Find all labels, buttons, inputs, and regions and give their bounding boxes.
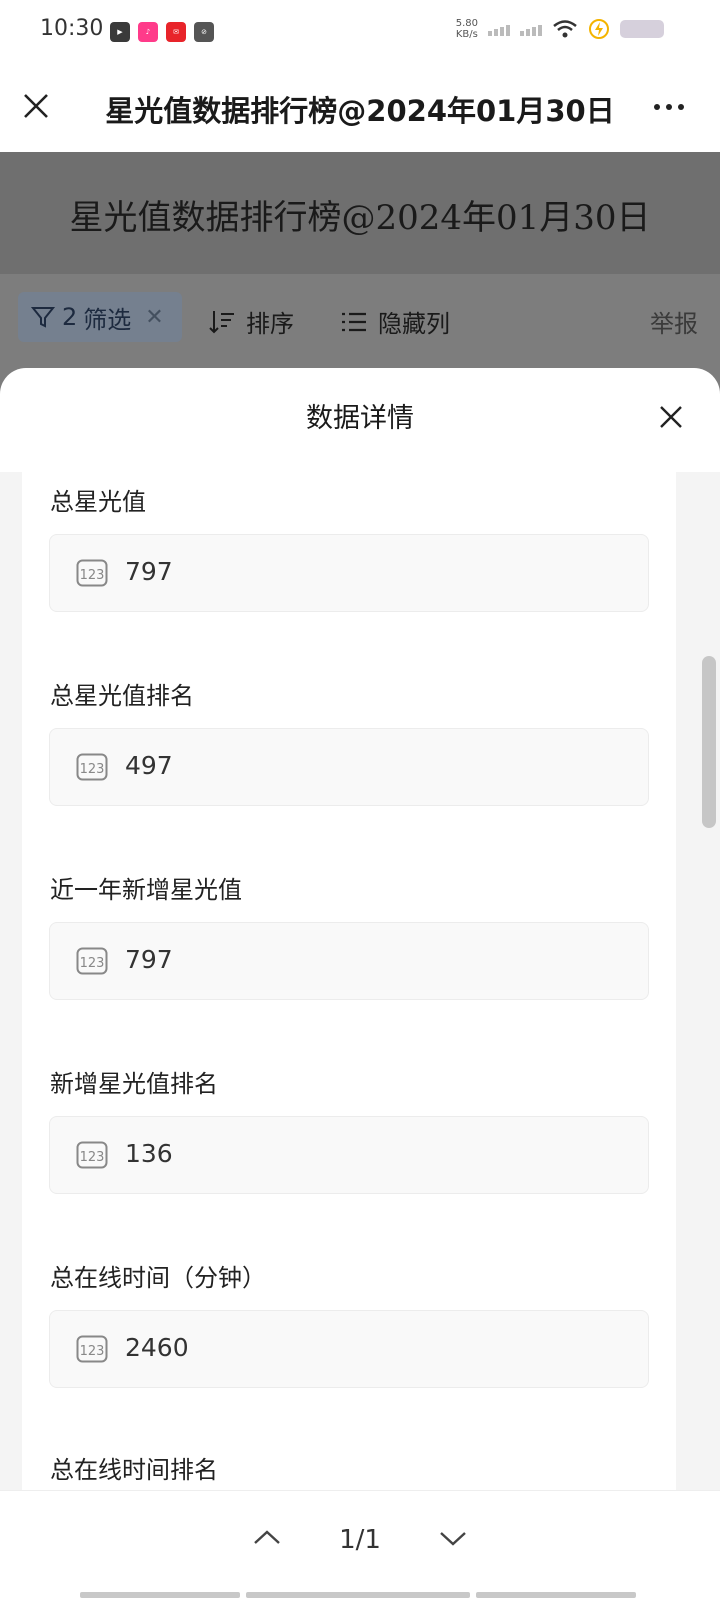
field-value: 2460	[125, 1333, 189, 1362]
table-toolbar: 2 筛选 ✕ 排序 隐藏列 举报	[0, 274, 720, 364]
field-label: 总在线时间（分钟）	[50, 1264, 266, 1292]
page-title: 星光值数据排行榜@2024年01月30日	[69, 198, 651, 238]
field-label: 新增星光值排名	[50, 1070, 218, 1098]
sort-button[interactable]: 排序	[208, 304, 294, 339]
status-right: 5.80 KB/s	[456, 18, 664, 40]
field-value: 797	[125, 945, 173, 974]
number-type-icon: 123	[76, 559, 108, 587]
field-value-box: 123 797	[49, 534, 649, 612]
status-bar: 10:30 ▶ ♪ ✉ ⊘ 5.80 KB/s	[0, 0, 720, 64]
report-link[interactable]: 举报	[650, 304, 698, 339]
network-speed-unit: KB/s	[455, 29, 478, 40]
wifi-icon	[553, 20, 577, 38]
field-label-partial: 总在线时间排名	[50, 1456, 218, 1484]
scrollbar[interactable]	[702, 656, 716, 828]
network-speed-value: 5.80	[455, 18, 478, 29]
signal-2-icon	[520, 22, 542, 36]
news-app-icon: ✉	[166, 22, 186, 42]
hide-columns-button[interactable]: 隐藏列	[340, 304, 450, 339]
network-speed: 5.80 KB/s	[456, 18, 478, 40]
list-icon	[342, 312, 366, 331]
data-detail-sheet: 数据详情 总星光值 123 797 总星光值排名 123 497 近一年新增星光…	[0, 368, 720, 1600]
sheet-close-icon[interactable]	[658, 404, 684, 430]
number-type-icon: 123	[76, 1335, 108, 1363]
battery-icon	[620, 20, 664, 38]
more-options-icon[interactable]	[654, 104, 684, 110]
signal-1-icon	[488, 22, 510, 36]
filter-label: 筛选	[83, 305, 132, 334]
charging-icon	[589, 19, 609, 39]
svg-text:123: 123	[80, 1344, 105, 1359]
status-app-icons: ▶ ♪ ✉ ⊘	[110, 22, 214, 42]
number-type-icon: 123	[76, 753, 108, 781]
svg-text:123: 123	[80, 762, 105, 777]
field-value: 497	[125, 751, 173, 780]
clear-filter-icon[interactable]: ✕	[145, 305, 163, 330]
page-indicator: 1/1	[339, 1525, 381, 1555]
field-label: 近一年新增星光值	[50, 876, 242, 904]
header-title: 星光值数据排行榜@2024年01月30日	[105, 94, 615, 128]
field-value-box: 123 136	[49, 1116, 649, 1194]
svg-text:123: 123	[80, 1150, 105, 1165]
music-app-icon: ♪	[138, 22, 158, 42]
filter-button[interactable]: 2 筛选 ✕	[18, 292, 182, 342]
svg-text:123: 123	[80, 956, 105, 971]
filter-count: 2	[62, 303, 78, 331]
field-value: 136	[125, 1139, 173, 1168]
app-header: 星光值数据排行榜@2024年01月30日	[0, 64, 720, 152]
page-title-band: 星光值数据排行榜@2024年01月30日	[0, 152, 720, 274]
field-label: 总星光值	[50, 488, 146, 516]
svg-text:123: 123	[80, 568, 105, 583]
record-pager: 1/1	[0, 1490, 720, 1600]
number-type-icon: 123	[76, 947, 108, 975]
hide-columns-label: 隐藏列	[378, 310, 450, 338]
sort-icon	[209, 310, 234, 333]
status-time: 10:30	[40, 16, 104, 41]
system-navigation-bar	[80, 1592, 636, 1598]
next-record-icon[interactable]	[438, 1523, 468, 1553]
video-app-icon: ▶	[110, 22, 130, 42]
link-app-icon: ⊘	[194, 22, 214, 42]
field-value-box: 123 2460	[49, 1310, 649, 1388]
field-label: 总星光值排名	[50, 682, 194, 710]
field-value: 797	[125, 557, 173, 586]
sort-label: 排序	[246, 310, 294, 338]
detail-fields-scroll[interactable]: 总星光值 123 797 总星光值排名 123 497 近一年新增星光值 123…	[22, 472, 676, 1490]
number-type-icon: 123	[76, 1141, 108, 1169]
sheet-title: 数据详情	[306, 403, 414, 434]
field-value-box: 123 797	[49, 922, 649, 1000]
filter-icon	[30, 307, 56, 328]
field-value-box: 123 497	[49, 728, 649, 806]
